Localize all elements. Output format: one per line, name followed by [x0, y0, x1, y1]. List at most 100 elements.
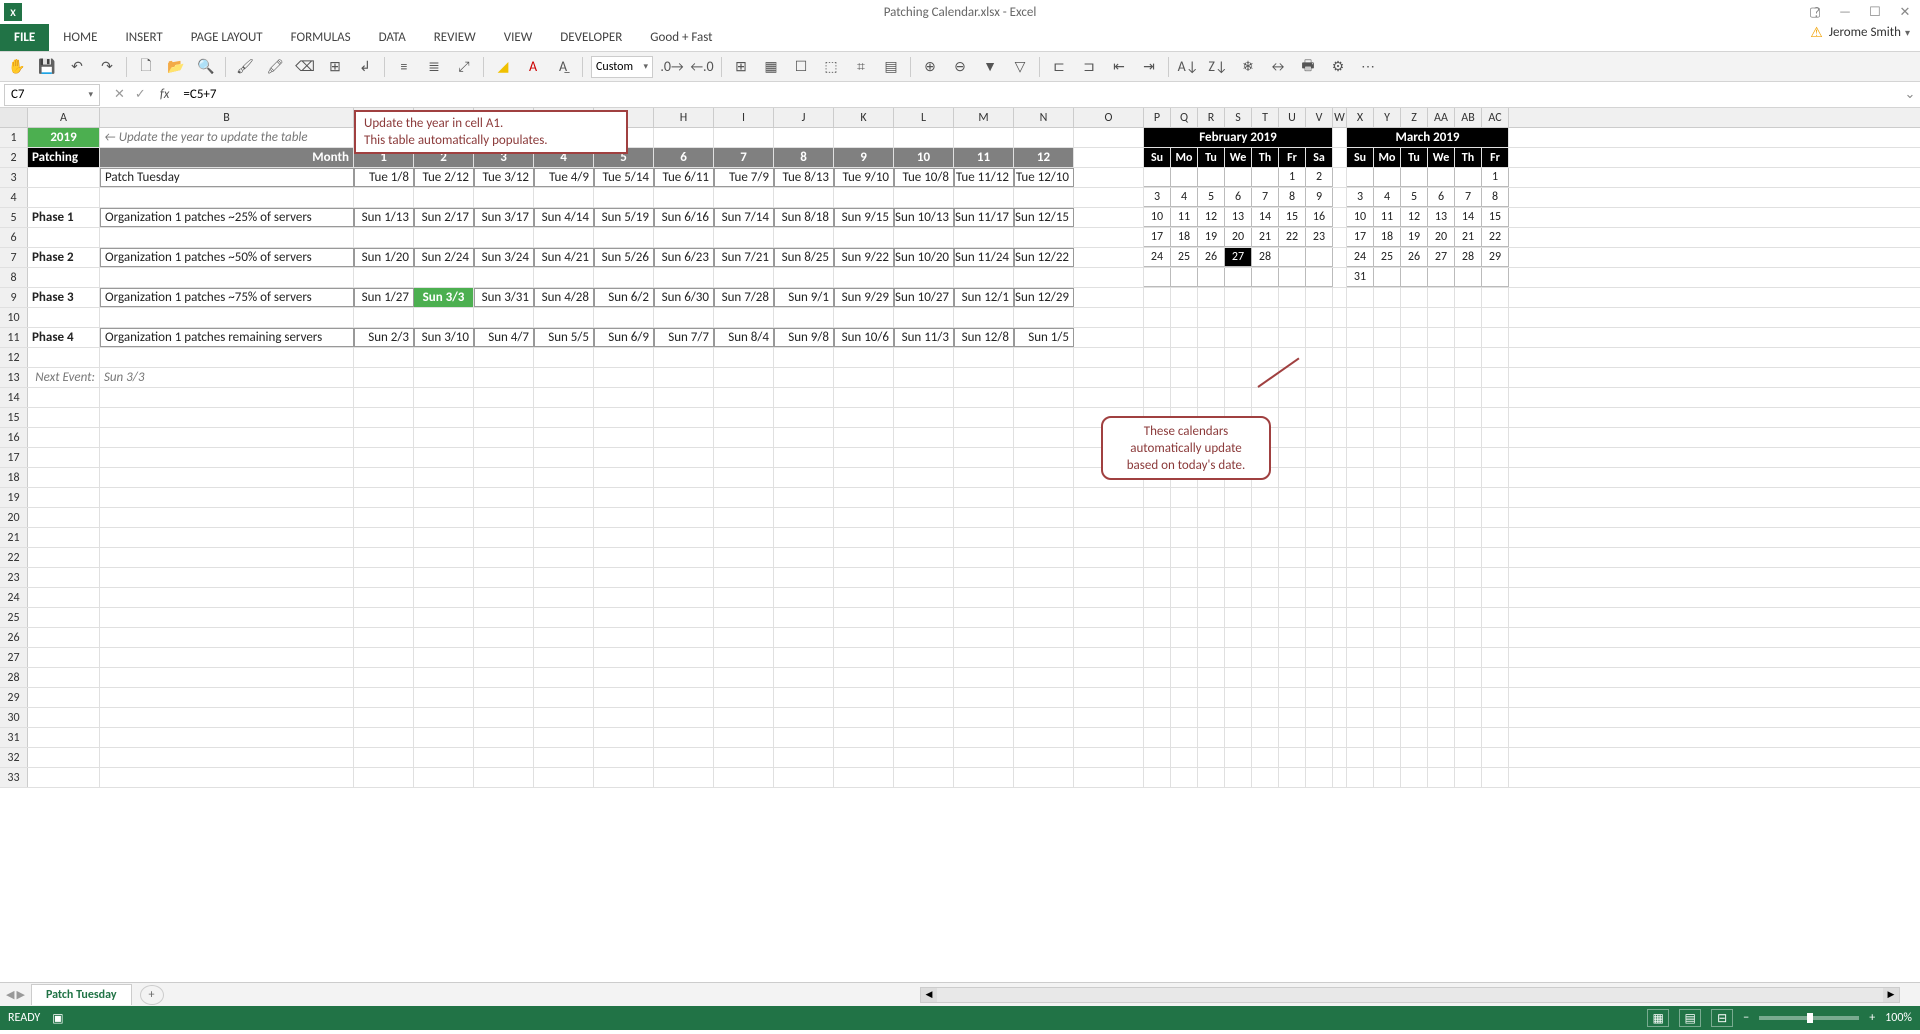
cell[interactable]: [954, 648, 1014, 667]
cell[interactable]: [1306, 588, 1333, 607]
col-header-A[interactable]: A: [28, 108, 100, 127]
cell[interactable]: [1482, 748, 1509, 767]
cell-date[interactable]: Sun 6/23: [654, 248, 714, 267]
cell[interactable]: [1455, 548, 1482, 567]
cell-date[interactable]: Sun 9/1: [774, 288, 834, 307]
cell[interactable]: [1455, 468, 1482, 487]
cell[interactable]: [1279, 548, 1306, 567]
cell[interactable]: [534, 348, 594, 367]
cell[interactable]: [1279, 728, 1306, 747]
cell[interactable]: [1225, 588, 1252, 607]
cell[interactable]: [1014, 488, 1074, 507]
cell[interactable]: [1428, 528, 1455, 547]
cell-date[interactable]: Sun 9/8: [774, 328, 834, 347]
cell[interactable]: [954, 628, 1014, 647]
cell-date[interactable]: Sun 3/31: [474, 288, 534, 307]
cell[interactable]: [354, 308, 414, 327]
cell[interactable]: [1225, 388, 1252, 407]
cell-date[interactable]: Sun 10/6: [834, 328, 894, 347]
cell[interactable]: [28, 728, 100, 747]
name-box[interactable]: C7: [4, 84, 100, 106]
cell[interactable]: [1225, 708, 1252, 727]
cell[interactable]: [594, 568, 654, 587]
cell[interactable]: [28, 608, 100, 627]
cell[interactable]: [1401, 308, 1428, 327]
cell[interactable]: [774, 588, 834, 607]
cell[interactable]: [414, 708, 474, 727]
cell[interactable]: [1401, 348, 1428, 367]
cell-date[interactable]: Tue 3/12: [474, 168, 534, 187]
column-width-icon[interactable]: ↔: [1267, 56, 1289, 78]
cell[interactable]: [1482, 608, 1509, 627]
cell[interactable]: [1455, 448, 1482, 467]
cell[interactable]: [1225, 548, 1252, 567]
cell[interactable]: [28, 668, 100, 687]
cal-cell[interactable]: 18: [1171, 228, 1198, 247]
cell[interactable]: [714, 128, 774, 147]
cell[interactable]: [654, 228, 714, 247]
cell[interactable]: [1014, 708, 1074, 727]
cell[interactable]: [1347, 688, 1374, 707]
cell[interactable]: [1347, 528, 1374, 547]
cell[interactable]: [1279, 628, 1306, 647]
cell[interactable]: [354, 508, 414, 527]
cell[interactable]: [594, 348, 654, 367]
cell-date[interactable]: Sun 8/4: [714, 328, 774, 347]
row-header-19[interactable]: 19: [0, 488, 28, 507]
row-header-28[interactable]: 28: [0, 668, 28, 687]
cell[interactable]: [834, 628, 894, 647]
cell-date[interactable]: Sun 10/20: [894, 248, 954, 267]
cell-date[interactable]: Sun 6/30: [654, 288, 714, 307]
cell[interactable]: [1198, 648, 1225, 667]
cell[interactable]: [1074, 248, 1144, 267]
cell[interactable]: [1347, 568, 1374, 587]
cell[interactable]: [594, 548, 654, 567]
cell-date[interactable]: Sun 6/2: [594, 288, 654, 307]
cell[interactable]: [534, 688, 594, 707]
cell[interactable]: [1074, 308, 1144, 327]
cell-date[interactable]: Tue 9/10: [834, 168, 894, 187]
cell[interactable]: [1482, 468, 1509, 487]
cell[interactable]: [1279, 528, 1306, 547]
cell[interactable]: [1333, 328, 1347, 347]
col-header-AB[interactable]: AB: [1455, 108, 1482, 127]
cell[interactable]: [1428, 348, 1455, 367]
col-header-N[interactable]: N: [1014, 108, 1074, 127]
cell[interactable]: [954, 468, 1014, 487]
cell[interactable]: [1374, 368, 1401, 387]
cell[interactable]: [834, 668, 894, 687]
accept-formula-icon[interactable]: ✓: [135, 87, 146, 102]
cell[interactable]: [1252, 648, 1279, 667]
more-icon[interactable]: ⋯: [1357, 56, 1379, 78]
cell[interactable]: [354, 608, 414, 627]
touch-mode-icon[interactable]: ✋: [6, 56, 28, 78]
cell[interactable]: [1455, 668, 1482, 687]
cell[interactable]: [28, 548, 100, 567]
cell[interactable]: [354, 468, 414, 487]
formula-input[interactable]: =C5+7: [179, 87, 1900, 102]
cell[interactable]: [1144, 608, 1171, 627]
cell[interactable]: [354, 548, 414, 567]
cell[interactable]: [1333, 428, 1347, 447]
cell[interactable]: [1171, 708, 1198, 727]
cell[interactable]: [100, 648, 354, 667]
cell[interactable]: [1144, 748, 1171, 767]
cell[interactable]: [474, 648, 534, 667]
cell-date[interactable]: Sun 3/17: [474, 208, 534, 227]
cell[interactable]: [1401, 588, 1428, 607]
cell[interactable]: [594, 488, 654, 507]
cell[interactable]: [354, 268, 414, 287]
cell[interactable]: [414, 368, 474, 387]
cell[interactable]: [1401, 368, 1428, 387]
cell[interactable]: [1306, 408, 1333, 427]
cell[interactable]: [1171, 388, 1198, 407]
cell[interactable]: [834, 648, 894, 667]
cell[interactable]: [894, 448, 954, 467]
cell[interactable]: [1482, 548, 1509, 567]
cell[interactable]: [1074, 548, 1144, 567]
cell[interactable]: [1306, 688, 1333, 707]
cell[interactable]: [1014, 648, 1074, 667]
cell[interactable]: [1428, 288, 1455, 307]
cell[interactable]: [354, 668, 414, 687]
row-header-33[interactable]: 33: [0, 768, 28, 787]
